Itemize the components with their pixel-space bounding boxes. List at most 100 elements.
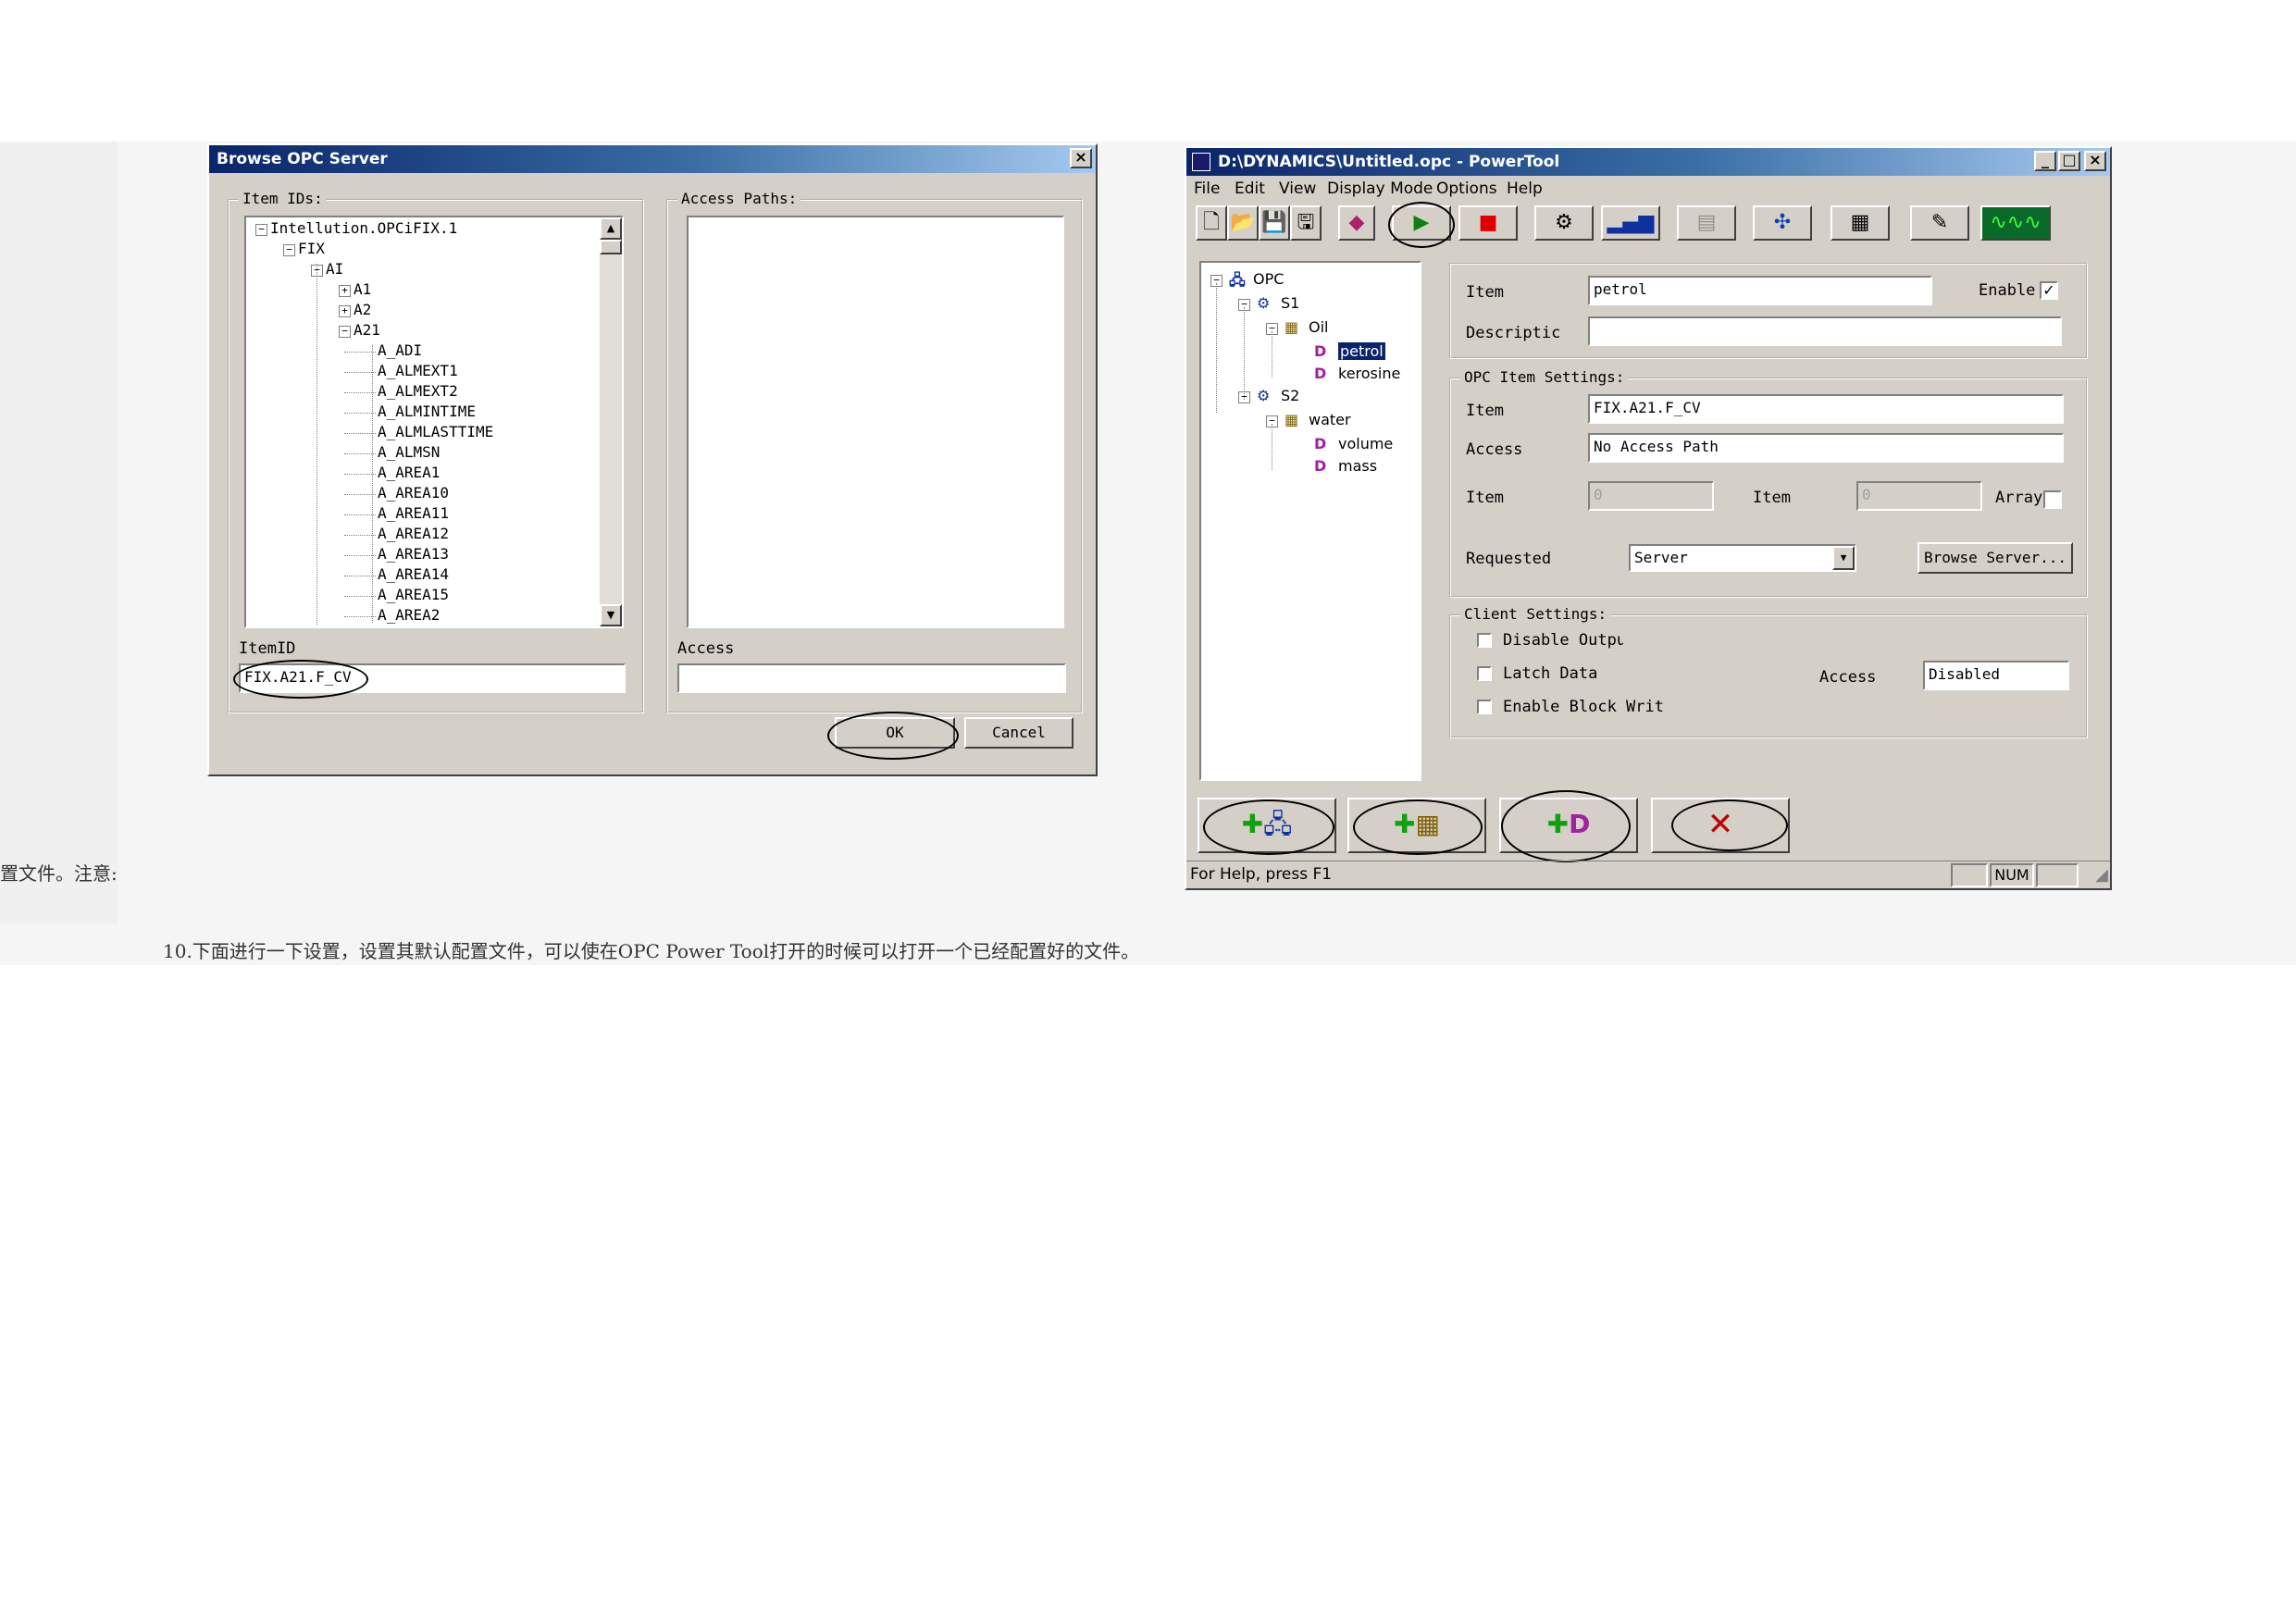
tree-item[interactable]: A_ALMEXT1 bbox=[378, 362, 458, 379]
tree-item[interactable]: A_ALMLASTTIME bbox=[378, 423, 493, 440]
waveform-icon[interactable]: ∿∿∿ bbox=[1980, 205, 2051, 241]
tree-item-volume[interactable]: volume bbox=[1338, 435, 1393, 452]
eraser-icon[interactable]: ◆ bbox=[1338, 205, 1375, 241]
cancel-button[interactable]: Cancel bbox=[964, 717, 1074, 749]
menu-edit[interactable]: Edit bbox=[1235, 180, 1265, 198]
properties-icon[interactable]: ▤ bbox=[1677, 205, 1736, 241]
browse-server-button[interactable]: Browse Server... bbox=[1917, 542, 2073, 574]
client-access-input[interactable]: Disabled bbox=[1923, 661, 2069, 690]
scrollbar-track[interactable] bbox=[600, 240, 622, 604]
tree-item[interactable]: A2 bbox=[354, 301, 371, 318]
status-panel-1 bbox=[1951, 863, 1988, 887]
tree-item[interactable]: A_ALMINTIME bbox=[378, 403, 476, 420]
opc-tree-pane[interactable]: − 🖧 OPC − ⚙ S1− ▦ Oil Dpetrol Dkerosine − ⚙ S2− ▦ wate… bbox=[1199, 261, 1421, 781]
status-num-panel: NUM bbox=[1990, 863, 2034, 887]
tree-connector bbox=[344, 352, 376, 353]
scrollbar-thumb[interactable] bbox=[600, 240, 622, 254]
tree-item[interactable]: A_AREA1 bbox=[378, 464, 440, 481]
tree-connector bbox=[344, 413, 376, 414]
tree-item[interactable]: FIX bbox=[298, 240, 325, 257]
item-label: Item bbox=[1466, 283, 1504, 302]
description-input[interactable] bbox=[1588, 316, 2062, 346]
tree-item[interactable]: A_AREA13 bbox=[378, 545, 449, 563]
tree-item[interactable]: AI bbox=[326, 260, 343, 278]
enable-block-write-label: Enable Block Writ bbox=[1503, 698, 1664, 716]
tree-item[interactable]: A_AREA11 bbox=[378, 504, 449, 522]
tree-item-water[interactable]: water bbox=[1309, 411, 1351, 428]
tree-connector bbox=[344, 474, 376, 475]
item-input[interactable]: petrol bbox=[1588, 276, 1932, 305]
menu-options[interactable]: Options bbox=[1436, 180, 1497, 198]
tree-node-icon: D bbox=[1314, 365, 1327, 382]
save-all-icon[interactable]: 🖫 bbox=[1290, 205, 1322, 241]
tree-item[interactable]: A_ADI bbox=[378, 341, 422, 359]
scrollbar-up-button[interactable]: ▲ bbox=[600, 217, 622, 240]
requested-value: Server bbox=[1634, 549, 1688, 566]
tree-expander-icon[interactable]: + bbox=[339, 285, 351, 297]
disable-output-checkbox[interactable] bbox=[1477, 633, 1492, 648]
menu-help[interactable]: Help bbox=[1507, 180, 1543, 198]
resize-grip-icon[interactable]: ◢ bbox=[2095, 865, 2108, 885]
access-input[interactable] bbox=[677, 663, 1066, 693]
access-path-input[interactable]: No Access Path bbox=[1588, 433, 2064, 463]
requested-select[interactable]: Server ▼ bbox=[1629, 544, 1856, 572]
item-size-label: Item bbox=[1753, 489, 1791, 507]
tree-item-mass[interactable]: mass bbox=[1338, 457, 1377, 475]
item-ids-group: Item IDs: − Intellution.OPCiFIX.1− FIX − AI +… bbox=[228, 190, 644, 713]
requested-label: Requested bbox=[1466, 550, 1552, 568]
tree-item[interactable]: A_ALMSN bbox=[378, 443, 440, 461]
tree-item-kerosine[interactable]: kerosine bbox=[1338, 365, 1400, 382]
powertool-titlebar: D:\DYNAMICS\Untitled.opc - PowerTool bbox=[1186, 148, 2110, 176]
maximize-icon[interactable]: □ bbox=[2058, 151, 2080, 171]
opc-item-settings-label: OPC Item Settings: bbox=[1460, 368, 1629, 386]
settings-icon[interactable]: ▦ bbox=[1831, 205, 1890, 241]
menu-view[interactable]: View bbox=[1279, 180, 1316, 198]
browse-opc-server-dialog: Browse OPC Server × Item IDs: − Intelluti… bbox=[207, 143, 1098, 776]
save-icon[interactable]: 💾 bbox=[1259, 205, 1290, 241]
item-ids-tree[interactable]: − Intellution.OPCiFIX.1− FIX − AI + A1 + A2− A21 A… bbox=[244, 216, 624, 628]
tree-item[interactable]: A21 bbox=[354, 321, 380, 339]
tree-item[interactable]: A_AREA14 bbox=[378, 565, 449, 583]
network-icon[interactable]: ✣ bbox=[1753, 205, 1812, 241]
tree-item[interactable]: A_AREA12 bbox=[378, 525, 449, 542]
tree-item[interactable]: A_AREA15 bbox=[378, 586, 449, 603]
scrollbar-down-button[interactable]: ▼ bbox=[600, 604, 622, 626]
side-note: 置文件。注意: bbox=[0, 862, 118, 885]
tree-item[interactable]: A_ALMEXT2 bbox=[378, 382, 458, 400]
opc-item-input[interactable]: FIX.A21.F_CV bbox=[1588, 394, 2064, 424]
tree-item-root[interactable]: OPC bbox=[1253, 270, 1284, 288]
close-icon[interactable]: × bbox=[2084, 151, 2106, 171]
start-highlight-oval bbox=[1388, 202, 1455, 248]
tree-item-s1[interactable]: S1 bbox=[1281, 294, 1299, 312]
chevron-down-icon[interactable]: ▼ bbox=[1832, 546, 1855, 570]
close-icon[interactable]: × bbox=[1070, 148, 1092, 168]
tree-expander-icon[interactable]: − bbox=[283, 244, 295, 256]
tree-item[interactable]: Intellution.OPCiFIX.1 bbox=[270, 219, 457, 237]
enable-checkbox[interactable]: ✓ bbox=[2040, 281, 2058, 300]
tree-item-petrol[interactable]: petrol bbox=[1338, 342, 1385, 360]
tree-item-s2[interactable]: S2 bbox=[1281, 387, 1299, 404]
tree-item[interactable]: A1 bbox=[354, 280, 371, 298]
connect-icon[interactable]: ⚙ bbox=[1534, 205, 1594, 241]
tree-item[interactable]: A_AREA10 bbox=[378, 484, 449, 502]
menu-display-mode[interactable]: Display Mode bbox=[1327, 180, 1433, 198]
array-checkbox[interactable] bbox=[2043, 490, 2062, 509]
tree-item-oil[interactable]: Oil bbox=[1309, 318, 1328, 336]
access-paths-list[interactable] bbox=[687, 216, 1064, 628]
tree-expander-icon[interactable]: − bbox=[339, 326, 351, 338]
minimize-icon[interactable]: _ bbox=[2034, 151, 2056, 171]
statistics-icon[interactable]: ▂▄▆ bbox=[1601, 205, 1660, 241]
latch-data-checkbox[interactable] bbox=[1477, 666, 1492, 681]
menu-file[interactable]: File bbox=[1194, 180, 1220, 198]
tree-expander-icon[interactable]: + bbox=[339, 305, 351, 317]
probe-icon[interactable]: ✎ bbox=[1910, 205, 1969, 241]
tree-expander-icon[interactable]: − bbox=[255, 224, 267, 236]
stop-icon[interactable]: ■ bbox=[1458, 205, 1518, 241]
open-folder-icon[interactable]: 📂 bbox=[1227, 205, 1259, 241]
status-panel-3 bbox=[2036, 863, 2079, 887]
tree-connector bbox=[344, 535, 376, 536]
new-file-icon[interactable]: 🗋 bbox=[1196, 205, 1227, 241]
enable-block-write-checkbox[interactable] bbox=[1477, 700, 1492, 714]
tree-item[interactable]: A_AREA2 bbox=[378, 606, 440, 624]
latch-data-label: Latch Data bbox=[1503, 664, 1598, 683]
